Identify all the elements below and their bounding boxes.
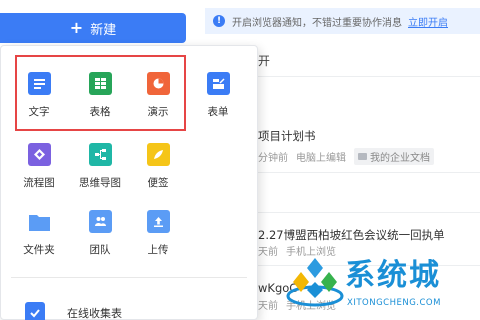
flowchart-icon xyxy=(27,143,51,166)
doc-meta: 分钟前 电脑上编辑 我的企业文档 xyxy=(258,148,442,165)
watermark: 系统城 XITONGCHENG.COM xyxy=(283,248,480,320)
menu-item-flowchart[interactable]: 流程图 xyxy=(14,143,64,190)
menu-item-label: 上传 xyxy=(147,244,169,256)
menu-item-spreadsheet[interactable]: 表格 xyxy=(75,72,125,119)
notification-banner: ! 开启浏览器通知，不错过重要协作消息 立即开启 xyxy=(205,8,480,34)
doc-time: 天前 xyxy=(258,247,278,258)
menu-item-label: 流程图 xyxy=(23,177,55,189)
new-button[interactable]: + 新建 xyxy=(0,13,186,43)
menu-item-label: 文字 xyxy=(28,106,50,118)
plus-icon: + xyxy=(69,18,84,37)
menu-item-form[interactable]: 表单 xyxy=(193,72,243,119)
menu-item-text[interactable]: 文字 xyxy=(14,72,64,119)
info-icon: ! xyxy=(213,15,225,27)
new-button-label: 新建 xyxy=(90,22,117,38)
doc-time: 天前 xyxy=(258,301,278,312)
mindmap-icon xyxy=(88,143,112,166)
doc-time: 分钟前 xyxy=(258,153,288,164)
sticky-note-icon xyxy=(146,143,170,166)
watermark-title: 系统城 xyxy=(345,258,441,293)
divider xyxy=(258,212,480,213)
menu-item-label: 便签 xyxy=(147,177,169,189)
menu-item-label: 团队 xyxy=(89,244,111,256)
menu-item-team[interactable]: 团队 xyxy=(75,210,125,257)
doc-title[interactable]: 2.27博盟西柏坡红色会议统一回执单 xyxy=(258,227,445,243)
spreadsheet-icon xyxy=(88,72,112,95)
folder-icon xyxy=(28,210,51,233)
new-menu: 文字 表格 演示 表单 流程图 思维导图 便签 文件夹 团队 上传 在线收集表 xyxy=(0,45,258,320)
enable-notifications-link[interactable]: 立即开启 xyxy=(408,14,448,29)
section-title: 开 xyxy=(258,54,271,68)
doc-device: 电脑上编辑 xyxy=(296,153,346,164)
menu-item-upload[interactable]: 上传 xyxy=(133,210,183,257)
folder-icon xyxy=(358,153,367,160)
menu-item-mindmap[interactable]: 思维导图 xyxy=(75,143,125,190)
menu-item-presentation[interactable]: 演示 xyxy=(133,72,183,119)
clipboard-check-icon xyxy=(25,302,45,320)
menu-item-label: 演示 xyxy=(147,106,169,118)
menu-item-label: 思维导图 xyxy=(79,177,121,189)
divider xyxy=(258,76,480,77)
collect-form-label: 在线收集表 xyxy=(67,307,122,320)
menu-item-folder[interactable]: 文件夹 xyxy=(14,210,64,257)
menu-item-label: 表单 xyxy=(207,106,229,118)
menu-item-label: 表格 xyxy=(89,106,111,118)
doc-title[interactable]: 项目计划书 xyxy=(258,128,316,144)
menu-divider xyxy=(11,277,247,278)
menu-item-label: 文件夹 xyxy=(23,244,55,256)
form-icon xyxy=(206,72,230,95)
menu-item-sticky-note[interactable]: 便签 xyxy=(133,143,183,190)
text-doc-icon xyxy=(27,72,51,95)
divider xyxy=(258,172,480,173)
watermark-url: XITONGCHENG.COM xyxy=(347,298,441,308)
presentation-icon xyxy=(146,72,170,95)
upload-icon xyxy=(146,210,170,233)
menu-item-collect-form[interactable]: 在线收集表 xyxy=(25,302,122,320)
watermark-logo-icon xyxy=(286,258,344,307)
team-icon xyxy=(88,210,112,233)
doc-location-label: 我的企业文档 xyxy=(370,153,430,164)
doc-location-tag[interactable]: 我的企业文档 xyxy=(354,148,434,165)
notice-text: 开启浏览器通知，不错过重要协作消息 xyxy=(232,17,402,29)
